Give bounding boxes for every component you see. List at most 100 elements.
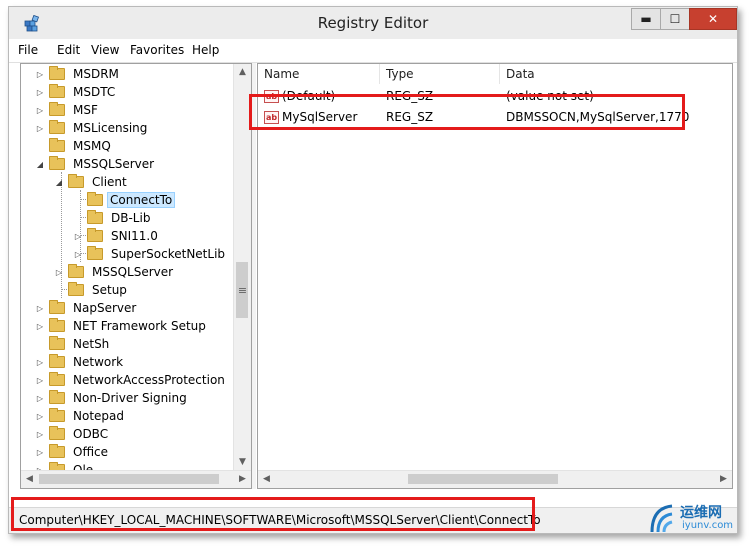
highlight-annotation-path	[11, 497, 535, 531]
tree-item-label: MSMQ	[73, 139, 111, 153]
highlight-annotation-value	[249, 94, 685, 130]
tree-item-label: SNI11.0	[111, 229, 158, 243]
tree-item-napserver[interactable]: ▷ NapServer	[35, 299, 140, 317]
expand-arrow-icon[interactable]: ▷	[35, 376, 45, 385]
watermark-logo: 运维网 iyunv.com	[648, 500, 738, 540]
folder-icon	[49, 318, 65, 332]
expand-arrow-icon[interactable]: ▷	[35, 394, 45, 403]
scroll-thumb[interactable]	[408, 474, 558, 484]
tree-item-msdrm[interactable]: ▷ MSDRM	[35, 65, 123, 83]
tree-item-msmq[interactable]: MSMQ	[35, 137, 115, 155]
folder-icon	[49, 138, 65, 152]
scroll-thumb[interactable]	[39, 474, 219, 484]
tree-item-label: MSDRM	[73, 67, 119, 81]
tree-item-connectto[interactable]: ConnectTo	[73, 191, 176, 209]
folder-icon	[68, 282, 84, 296]
column-header-type[interactable]: Type	[380, 64, 500, 84]
scroll-right-icon[interactable]: ▶	[234, 471, 251, 488]
tree-item-label: MSSQLServer	[73, 157, 155, 171]
tree-horizontal-scrollbar[interactable]: ◀ ▶	[21, 470, 251, 488]
expand-arrow-icon[interactable]: ▷	[54, 268, 64, 277]
expand-arrow-icon[interactable]: ▷	[35, 448, 45, 457]
tree-item-supersocketnetlib[interactable]: ▷ SuperSocketNetLib	[73, 245, 229, 263]
folder-icon	[49, 426, 65, 440]
expand-arrow-icon[interactable]: ▷	[35, 358, 45, 367]
menu-edit[interactable]: Edit	[57, 43, 80, 57]
tree-item-label: Setup	[92, 283, 127, 297]
window-title: Registry Editor	[317, 14, 429, 32]
tree-item-net-framework-setup[interactable]: ▷ NET Framework Setup	[35, 317, 210, 335]
tree-item-mslicensing[interactable]: ▷ MSLicensing	[35, 119, 151, 137]
tree-item-label: MSDTC	[73, 85, 116, 99]
values-horizontal-scrollbar[interactable]: ◀ ▶	[258, 470, 732, 488]
expand-arrow-icon[interactable]: ▷	[35, 124, 45, 133]
tree-item-mssqlserver-sub[interactable]: ▷ MSSQLServer	[54, 263, 177, 281]
expand-arrow-icon[interactable]: ▷	[35, 430, 45, 439]
expand-arrow-icon[interactable]: ▷	[73, 232, 83, 241]
tree-item-notepad[interactable]: ▷ Notepad	[35, 407, 128, 425]
scroll-left-icon[interactable]: ◀	[258, 471, 275, 488]
registry-editor-window: Registry Editor ▬ ☐ ✕ File Edit View Fav…	[8, 6, 738, 534]
folder-icon	[49, 372, 65, 386]
scroll-left-icon[interactable]: ◀	[21, 471, 38, 488]
tree-item-office[interactable]: ▷ Office	[35, 443, 112, 461]
tree-item-sni11[interactable]: ▷ SNI11.0	[73, 227, 162, 245]
column-header-name[interactable]: Name	[258, 64, 380, 84]
tree-item-label: MSF	[73, 103, 98, 117]
folder-icon	[49, 120, 65, 134]
expand-arrow-icon[interactable]: ▷	[35, 412, 45, 421]
expand-arrow-icon[interactable]: ▷	[35, 304, 45, 313]
folder-icon	[49, 390, 65, 404]
tree-item-label: Office	[73, 445, 109, 459]
expand-arrow-icon[interactable]: ▷	[73, 250, 83, 259]
expand-arrow-icon[interactable]: ▷	[35, 322, 45, 331]
tree-item-label: DB-Lib	[111, 211, 151, 225]
tree-item-odbc[interactable]: ▷ ODBC	[35, 425, 112, 443]
close-button[interactable]: ✕	[689, 8, 737, 30]
tree-item-label: NET Framework Setup	[73, 319, 206, 333]
title-bar[interactable]: Registry Editor ▬ ☐ ✕	[9, 7, 737, 39]
column-header-data[interactable]: Data	[500, 64, 732, 84]
tree-item-netsh[interactable]: NetSh	[35, 335, 113, 353]
tree-item-label: MSLicensing	[73, 121, 148, 135]
collapse-arrow-icon[interactable]: ◢	[35, 160, 45, 169]
tree-item-non-driver-signing[interactable]: ▷ Non-Driver Signing	[35, 389, 191, 407]
expand-arrow-icon[interactable]: ▷	[35, 70, 45, 79]
watermark-icon	[650, 504, 673, 533]
tree-item-db-lib[interactable]: DB-Lib	[73, 209, 154, 227]
menu-favorites[interactable]: Favorites	[130, 43, 184, 57]
tree-item-mssqlserver[interactable]: ◢ MSSQLServer	[35, 155, 158, 173]
scroll-down-icon[interactable]: ▼	[234, 454, 251, 471]
tree-item-msdtc[interactable]: ▷ MSDTC	[35, 83, 119, 101]
tree-item-client[interactable]: ◢ Client	[54, 173, 131, 191]
tree-item-network[interactable]: ▷ Network	[35, 353, 127, 371]
tree-item-msf[interactable]: ▷ MSF	[35, 101, 102, 119]
collapse-arrow-icon[interactable]: ◢	[54, 178, 64, 187]
tree-item-label: ConnectTo	[107, 192, 176, 208]
tree-item-label: MSSQLServer	[92, 265, 174, 279]
minimize-button[interactable]: ▬	[631, 8, 661, 30]
menu-view[interactable]: View	[91, 43, 119, 57]
tree-item-label: ODBC	[73, 427, 109, 441]
folder-icon	[87, 192, 103, 206]
menu-help[interactable]: Help	[192, 43, 219, 57]
expand-arrow-icon[interactable]: ▷	[35, 88, 45, 97]
tree-item-networkaccessprotection[interactable]: ▷ NetworkAccessProtection	[35, 371, 229, 389]
tree-item-label: NapServer	[73, 301, 137, 315]
folder-icon	[49, 102, 65, 116]
folder-open-icon	[68, 174, 84, 188]
folder-icon	[49, 444, 65, 458]
expand-arrow-icon[interactable]: ▷	[35, 106, 45, 115]
folder-icon	[68, 264, 84, 278]
tree-item-label: NetworkAccessProtection	[73, 373, 225, 387]
menu-file[interactable]: File	[18, 43, 38, 57]
watermark-text-en: iyunv.com	[682, 520, 734, 531]
scroll-up-icon[interactable]: ▲	[234, 64, 251, 81]
folder-icon	[49, 408, 65, 422]
folder-icon	[49, 66, 65, 80]
tree-item-setup[interactable]: Setup	[54, 281, 131, 299]
registry-key-tree[interactable]: ▷ MSDRM ▷ MSDTC ▷ MSF ▷ MSLicensing MSMQ ◢ MS…	[20, 63, 252, 489]
maximize-button[interactable]: ☐	[660, 8, 690, 30]
tree-item-label: SuperSocketNetLib	[111, 247, 226, 261]
scroll-right-icon[interactable]: ▶	[715, 471, 732, 488]
